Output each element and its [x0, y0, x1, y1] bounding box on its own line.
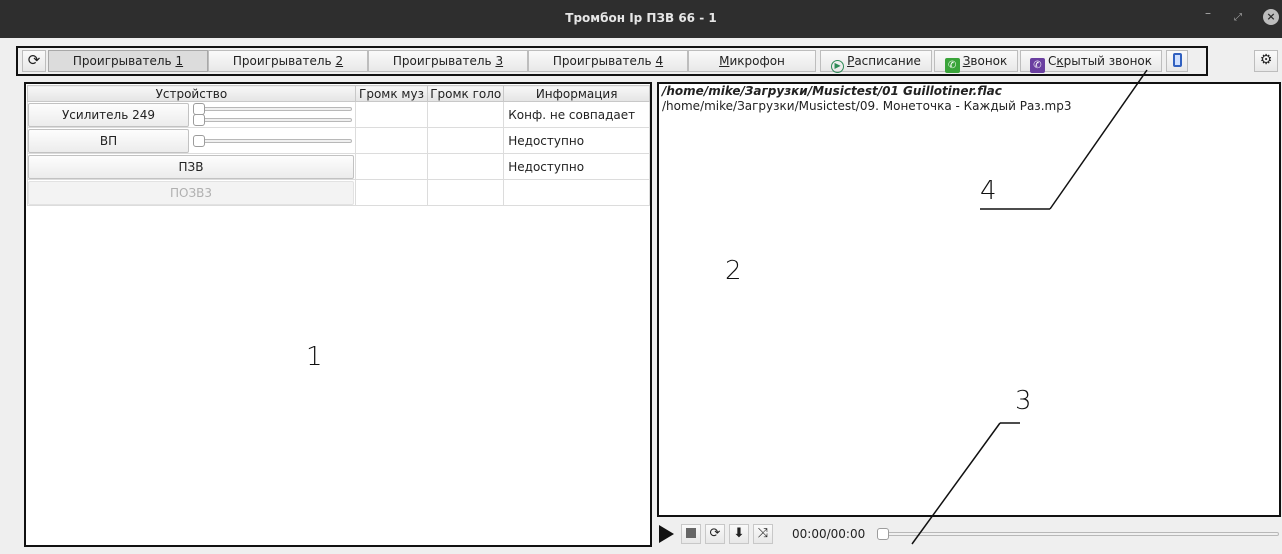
annotation-label: 3	[1015, 386, 1032, 416]
annotation-label: 4	[980, 176, 997, 206]
annotation-lines	[911, 69, 1148, 545]
annotation-label: 1	[306, 342, 323, 372]
annotation-label: 2	[725, 256, 742, 286]
